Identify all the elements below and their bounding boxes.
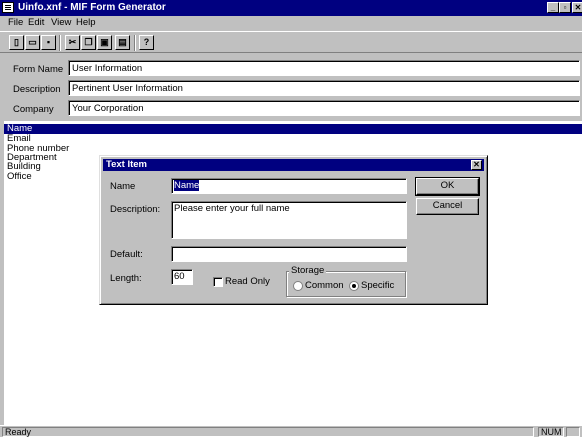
cancel-button[interactable]: Cancel	[416, 198, 479, 215]
storage-common-label[interactable]: Common	[305, 280, 344, 291]
length-field[interactable]: 60	[171, 269, 193, 285]
length-label: Length:	[110, 273, 142, 284]
open-folder-icon[interactable]: ▭	[25, 35, 40, 50]
status-empty-cell	[566, 427, 580, 437]
menu-help[interactable]: Help	[76, 17, 96, 28]
status-text: Ready	[2, 427, 534, 437]
copy-icon[interactable]: ❐	[81, 35, 96, 50]
storage-specific-label[interactable]: Specific	[361, 280, 394, 291]
company-label: Company	[13, 104, 54, 115]
menu-bar: File Edit View Help	[0, 16, 582, 30]
item-name-value: Name	[174, 180, 200, 191]
help-icon[interactable]: ?	[139, 35, 154, 50]
paste-icon[interactable]: ▣	[97, 35, 112, 50]
text-item-dialog: Text Item ✕ Name Name Description: Pleas…	[99, 155, 488, 305]
default-field[interactable]	[171, 246, 407, 262]
item-description-label: Description:	[110, 204, 161, 215]
new-file-icon[interactable]: ▯	[9, 35, 24, 50]
form-name-label: Form Name	[13, 64, 64, 75]
menu-view[interactable]: View	[51, 17, 71, 28]
storage-common-radio[interactable]	[293, 281, 303, 291]
num-lock-indicator: NUM	[538, 427, 564, 437]
menu-edit[interactable]: Edit	[28, 17, 44, 28]
dialog-title-bar: Text Item ✕	[103, 159, 484, 171]
form-name-field[interactable]: User Information	[68, 60, 580, 76]
dialog-title: Text Item	[106, 159, 148, 170]
storage-label: Storage	[289, 265, 327, 276]
dialog-close-icon[interactable]: ✕	[471, 160, 482, 170]
description-label: Description	[13, 84, 61, 95]
close-button[interactable]: ✕	[572, 2, 582, 13]
storage-specific-radio[interactable]	[349, 281, 359, 291]
list-selection-highlight	[4, 124, 582, 134]
default-label: Default:	[110, 249, 143, 260]
maximize-button[interactable]: ▫	[559, 2, 571, 13]
status-bar: Ready NUM	[0, 425, 582, 437]
read-only-label[interactable]: Read Only	[225, 276, 270, 287]
window-title: Uinfo.xnf - MIF Form Generator	[18, 2, 166, 13]
minimize-button[interactable]: _	[547, 2, 559, 13]
list-item-office[interactable]: Office	[7, 172, 32, 182]
toolbar-separator	[59, 35, 61, 51]
save-disk-icon[interactable]: ▪	[41, 35, 56, 50]
toolbar: ▯ ▭ ▪ ✂ ❐ ▣ ▤ ?	[0, 31, 582, 53]
item-name-field[interactable]: Name	[171, 178, 407, 194]
toolbar-separator	[134, 35, 136, 51]
item-name-label: Name	[110, 181, 136, 192]
main-title-bar: Uinfo.xnf - MIF Form Generator _ ▫ ✕	[0, 0, 582, 16]
ok-button[interactable]: OK	[415, 177, 480, 196]
company-field[interactable]: Your Corporation	[68, 100, 580, 116]
print-icon[interactable]: ▤	[115, 35, 130, 50]
item-description-field[interactable]: Please enter your full name	[171, 201, 407, 239]
description-field[interactable]: Pertinent User Information	[68, 80, 580, 96]
cut-icon[interactable]: ✂	[65, 35, 80, 50]
read-only-checkbox[interactable]	[213, 277, 223, 287]
app-document-icon[interactable]	[2, 2, 14, 13]
menu-file[interactable]: File	[8, 17, 23, 28]
